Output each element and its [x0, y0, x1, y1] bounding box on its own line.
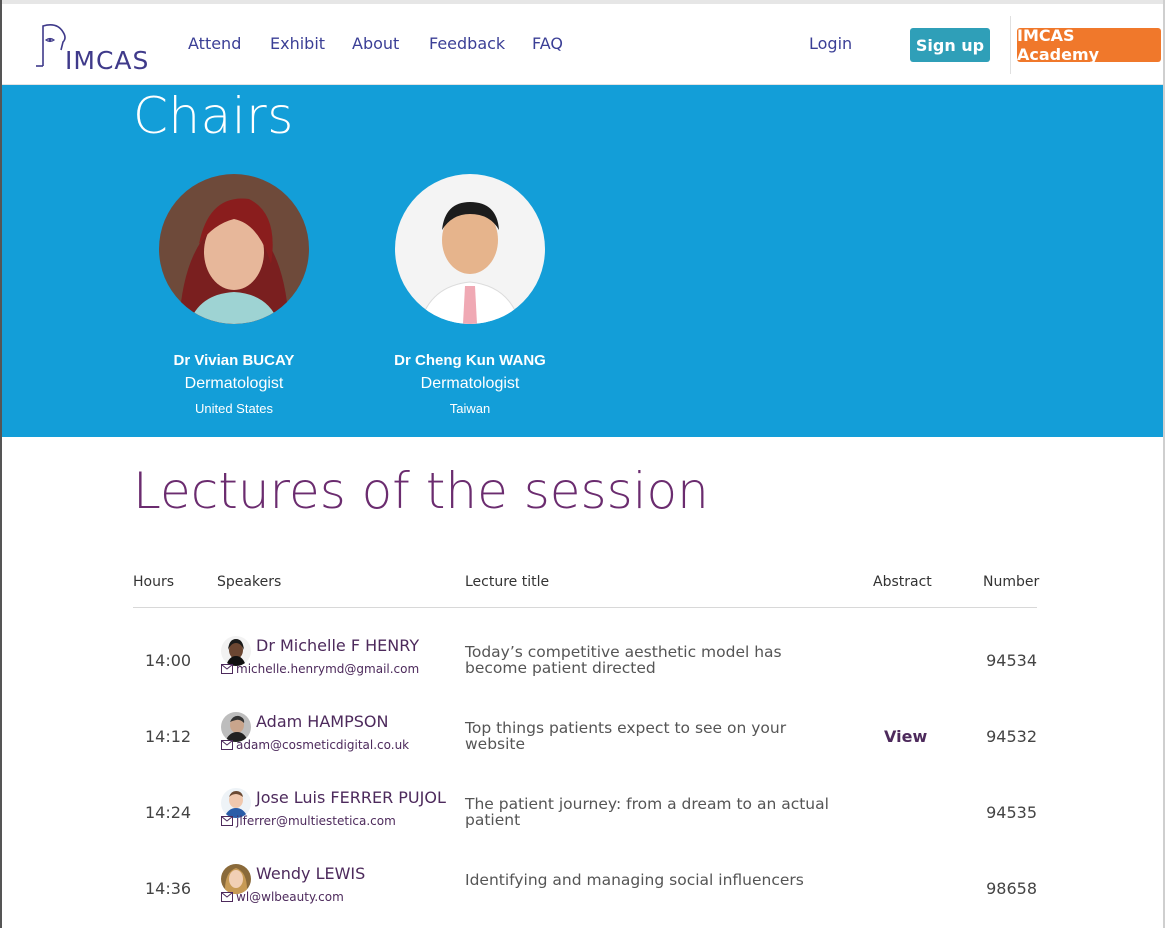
col-header-speakers: Speakers [217, 574, 282, 590]
chairs-section: Chairs Dr Vivian BUCAY Dermatologist Uni… [2, 85, 1163, 437]
speaker-name[interactable]: Dr Michelle F HENRY [256, 636, 419, 655]
chairs-title: Chairs [133, 87, 294, 145]
speaker-name[interactable]: Wendy LEWIS [256, 864, 365, 883]
nav-exhibit[interactable]: Exhibit [270, 34, 325, 53]
nav-about[interactable]: About [352, 34, 399, 53]
lecture-number: 94535 [986, 803, 1037, 822]
abstract-view-link[interactable]: View [884, 727, 927, 746]
row-hour: 14:00 [145, 651, 192, 670]
table-row: 14:36 Wendy LEWIS wl@wlbeauty.com Identi… [133, 864, 1037, 934]
chair-name: Dr Vivian BUCAY [173, 352, 295, 369]
chair-photo [159, 174, 309, 324]
row-hour: 14:24 [145, 803, 192, 822]
chair-name: Dr Cheng Kun WANG [394, 352, 546, 369]
row-hour: 14:12 [145, 727, 192, 746]
table-row: 14:12 Adam HAMPSON adam@cosmeticdigital.… [133, 712, 1037, 782]
nav-feedback[interactable]: Feedback [429, 34, 505, 53]
speaker-email[interactable]: adam@cosmeticdigital.co.uk [221, 738, 409, 752]
chair-specialty: Dermatologist [420, 375, 520, 392]
envelope-icon [221, 740, 233, 750]
imcas-academy-button[interactable]: IMCAS Academy [1017, 26, 1161, 64]
speaker-email-text: adam@cosmeticdigital.co.uk [236, 738, 410, 752]
col-header-abstract: Abstract [873, 574, 932, 590]
header-divider [1010, 16, 1011, 74]
lecture-title: Identifying and managing social influenc… [465, 871, 804, 889]
nav-faq[interactable]: FAQ [532, 34, 563, 53]
envelope-icon [221, 664, 233, 674]
envelope-icon [221, 816, 233, 826]
table-row: 14:24 Jose Luis FERRER PUJOL jlferrer@mu… [133, 788, 1037, 858]
speaker-email[interactable]: wl@wlbeauty.com [221, 890, 344, 904]
speaker-name[interactable]: Adam HAMPSON [256, 712, 388, 731]
lecture-title: Today’s competitive aesthetic model has … [465, 643, 782, 677]
table-row: 14:00 Dr Michelle F HENRY michelle.henry… [133, 636, 1037, 706]
lectures-title: Lectures of the session [133, 462, 709, 520]
chair-country: Taiwan [449, 401, 491, 416]
nav-attend[interactable]: Attend [188, 34, 241, 53]
speaker-email[interactable]: michelle.henrymd@gmail.com [221, 662, 419, 676]
col-header-number: Number [983, 574, 1040, 590]
signup-button[interactable]: Sign up [910, 28, 990, 62]
site-header: IMCAS Attend Exhibit About Feedback FAQ … [2, 4, 1163, 85]
col-header-lecture-title: Lecture title [465, 574, 550, 590]
chair-photo [395, 174, 545, 324]
chair-country: United States [194, 401, 274, 416]
lecture-number: 94534 [986, 651, 1037, 670]
envelope-icon [221, 892, 233, 902]
row-hour: 14:36 [145, 879, 192, 898]
col-header-hours: Hours [133, 574, 175, 590]
lecture-title: The patient journey: from a dream to an … [465, 795, 829, 829]
lecture-number: 94532 [986, 727, 1037, 746]
speaker-email-text: michelle.henrymd@gmail.com [236, 662, 420, 676]
lecture-number: 98658 [986, 879, 1037, 898]
speaker-email-text: wl@wlbeauty.com [236, 890, 344, 904]
logo-text: IMCAS [65, 46, 150, 75]
imcas-logo[interactable]: IMCAS [35, 20, 148, 76]
chair-card[interactable]: Dr Vivian BUCAY Dermatologist United Sta… [139, 174, 329, 416]
table-header-divider [133, 607, 1037, 608]
chair-specialty: Dermatologist [184, 375, 284, 392]
speaker-email[interactable]: jlferrer@multiestetica.com [221, 814, 396, 828]
speaker-name[interactable]: Jose Luis FERRER PUJOL [256, 788, 446, 807]
lecture-title: Top things patients expect to see on you… [465, 719, 787, 753]
chair-card[interactable]: Dr Cheng Kun WANG Dermatologist Taiwan [375, 174, 565, 416]
speaker-email-text: jlferrer@multiestetica.com [236, 814, 396, 828]
login-link[interactable]: Login [809, 34, 852, 53]
